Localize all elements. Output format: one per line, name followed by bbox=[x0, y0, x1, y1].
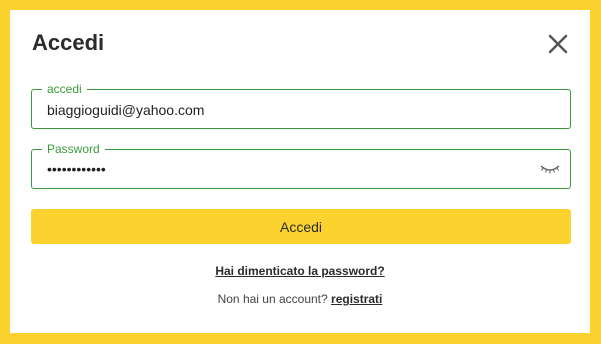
register-link[interactable]: registrati bbox=[331, 292, 382, 306]
login-dialog: Accedi accedi biaggioguidi@yahoo.com Pas… bbox=[10, 10, 590, 333]
dialog-title: Accedi bbox=[32, 30, 105, 55]
forgot-password-row: Hai dimenticato la password? bbox=[10, 262, 590, 280]
password-field-value[interactable]: •••••••••••• bbox=[47, 160, 106, 178]
close-icon bbox=[548, 34, 568, 54]
register-prompt: Non hai un account? bbox=[217, 292, 328, 306]
password-field[interactable]: Password •••••••••••• bbox=[31, 141, 571, 189]
close-button[interactable] bbox=[546, 32, 570, 56]
email-field[interactable]: accedi biaggioguidi@yahoo.com bbox=[31, 81, 571, 129]
login-submit-button[interactable]: Accedi bbox=[31, 209, 571, 244]
register-row: Non hai un account? registrati bbox=[10, 292, 590, 306]
eye-closed-icon bbox=[540, 165, 560, 174]
password-field-label: Password bbox=[42, 141, 105, 157]
forgot-password-link[interactable]: Hai dimenticato la password? bbox=[215, 264, 384, 278]
toggle-password-visibility-button[interactable] bbox=[539, 162, 561, 176]
email-field-label: accedi bbox=[42, 81, 87, 97]
email-field-value[interactable]: biaggioguidi@yahoo.com bbox=[47, 101, 204, 119]
